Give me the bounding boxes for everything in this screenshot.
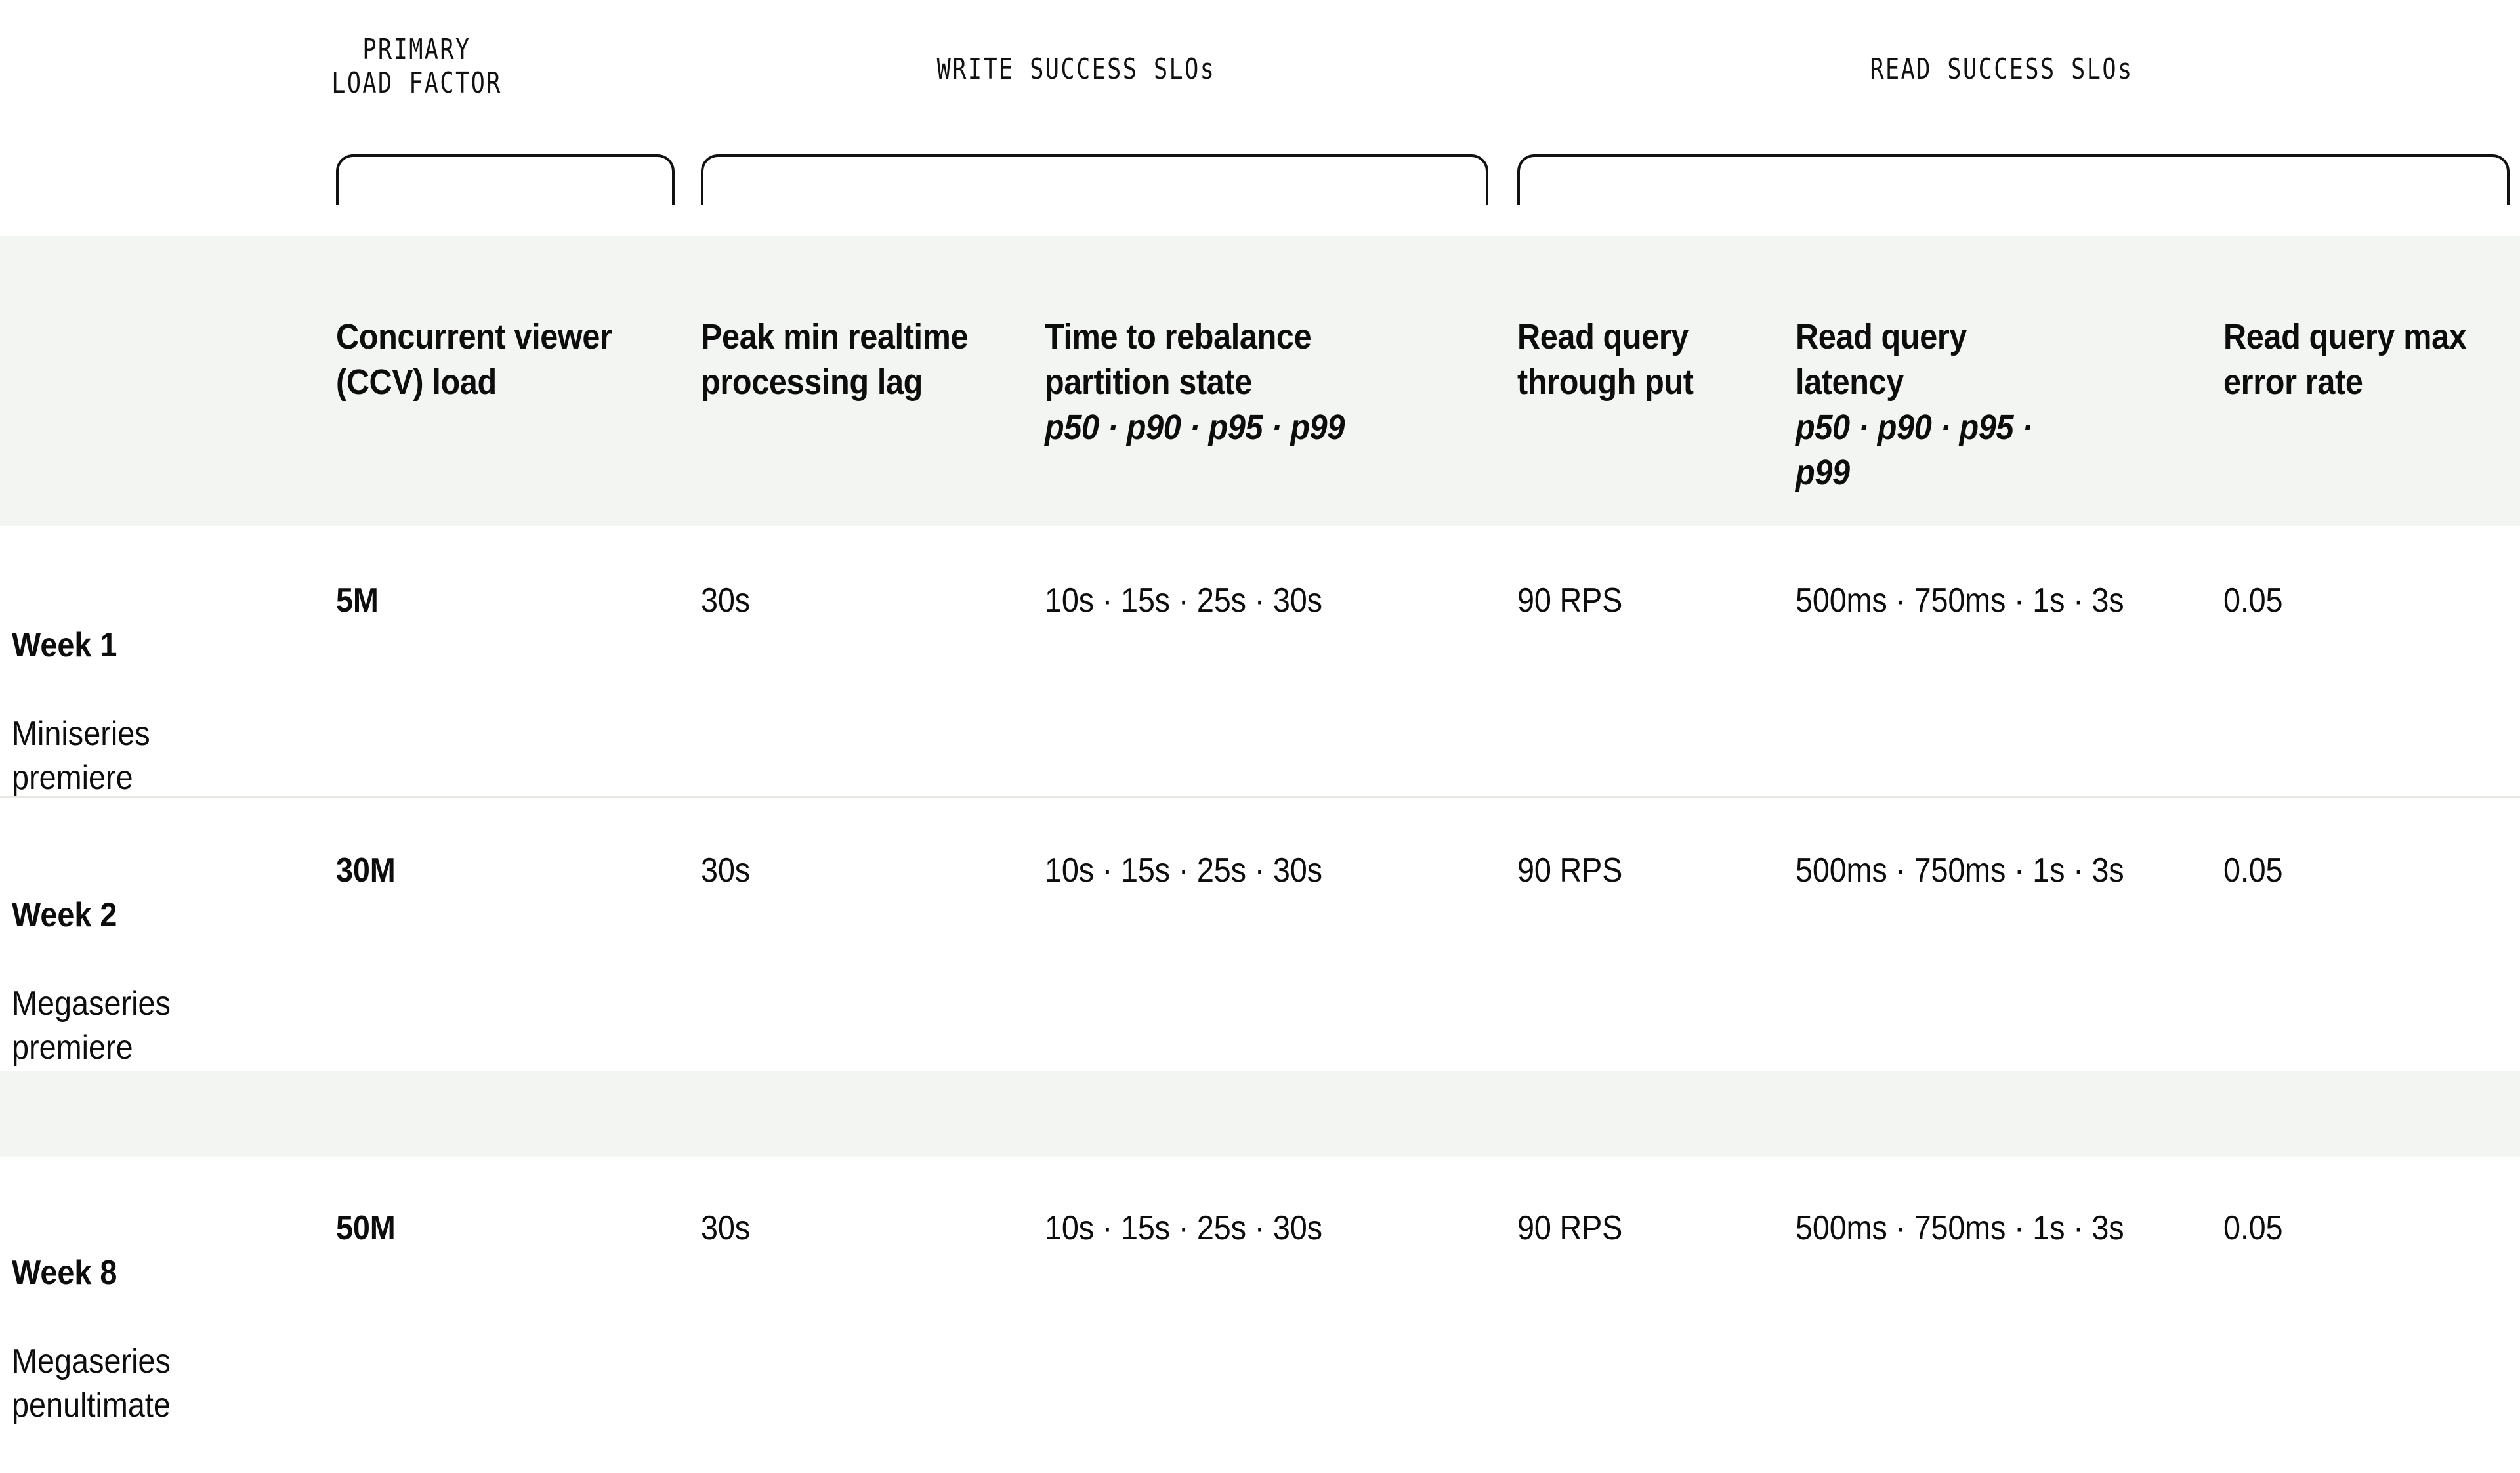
scenario-detail: Miniseries premiere bbox=[12, 714, 150, 798]
cell-read-throughput: 90 RPS bbox=[1517, 582, 1623, 620]
column-header-rebalance-time-percentiles: p50 · p90 · p95 · p99 bbox=[1045, 408, 1345, 448]
column-header-rebalance-time: Time to rebalance partition state p50 · … bbox=[1045, 269, 1411, 496]
cell-read-throughput: 90 RPS bbox=[1517, 851, 1623, 889]
column-header-read-latency-percentiles: p50 · p90 · p95 · p99 bbox=[1796, 408, 2033, 493]
cell-rebalance-time: 10s · 15s · 25s · 30s bbox=[1045, 582, 1322, 620]
cell-peak-lag: 30s bbox=[701, 1209, 750, 1247]
column-header-read-throughput-label: Read query through put bbox=[1517, 317, 1694, 402]
cell-ccv-load: 50M bbox=[336, 1209, 396, 1247]
cell-read-error-rate: 0.05 bbox=[2223, 582, 2283, 620]
group-bracket-read-success-slos bbox=[1517, 154, 2510, 205]
cell-ccv-load: 5M bbox=[336, 582, 379, 620]
column-header-peak-lag-label: Peak min realtime processing lag bbox=[701, 317, 969, 402]
column-header-ccv-load-label: Concurrent viewer (CCV) load bbox=[336, 317, 612, 402]
slo-table-page: PRIMARY LOAD FACTOR WRITE SUCCESS SLOs R… bbox=[0, 0, 2520, 1426]
cell-ccv-load: 30M bbox=[336, 851, 396, 889]
column-header-read-throughput: Read query through put bbox=[1517, 269, 1712, 405]
cell-read-error-rate: 0.05 bbox=[2223, 1209, 2283, 1247]
group-label-primary-load-factor: PRIMARY LOAD FACTOR bbox=[331, 33, 502, 100]
column-header-peak-lag: Peak min realtime processing lag bbox=[701, 269, 973, 405]
scenario-detail: Megaseries penultimate bbox=[12, 1342, 171, 1425]
column-header-ccv-load: Concurrent viewer (CCV) load bbox=[336, 269, 620, 405]
column-header-rebalance-time-label: Time to rebalance partition state bbox=[1045, 317, 1312, 402]
column-header-read-latency-label: Read query latency bbox=[1796, 317, 1967, 402]
table-row-scenario-label: Week 1 Miniseries premiere bbox=[12, 579, 266, 845]
group-bracket-primary-load-factor bbox=[336, 154, 675, 205]
cell-read-latency: 500ms · 750ms · 1s · 3s bbox=[1796, 1209, 2124, 1247]
cell-read-latency: 500ms · 750ms · 1s · 3s bbox=[1796, 851, 2124, 889]
group-label-read-success-slos: READ SUCCESS SLOs bbox=[1870, 53, 2133, 86]
column-header-read-error-rate: Read query max error rate bbox=[2223, 269, 2471, 405]
column-header-read-latency: Read query latency p50 · p90 · p95 · p99 bbox=[1796, 269, 2079, 542]
cell-peak-lag: 30s bbox=[701, 851, 750, 889]
cell-read-error-rate: 0.05 bbox=[2223, 851, 2283, 889]
group-label-write-success-slos: WRITE SUCCESS SLOs bbox=[936, 53, 1216, 86]
table-row-skipped bbox=[0, 1071, 2520, 1157]
group-bracket-write-success-slos bbox=[701, 154, 1488, 205]
cell-read-latency: 500ms · 750ms · 1s · 3s bbox=[1796, 582, 2124, 620]
cell-peak-lag: 30s bbox=[701, 582, 750, 620]
cell-rebalance-time: 10s · 15s · 25s · 30s bbox=[1045, 851, 1322, 889]
column-header-read-error-rate-label: Read query max error rate bbox=[2223, 317, 2467, 402]
scenario-week: Week 1 bbox=[12, 626, 117, 664]
scenario-week: Week 8 bbox=[12, 1253, 117, 1292]
table-row-scenario-label: Week 8 Megaseries penultimate bbox=[12, 1206, 266, 1473]
scenario-detail: Megaseries premiere bbox=[12, 984, 171, 1067]
cell-rebalance-time: 10s · 15s · 25s · 30s bbox=[1045, 1209, 1322, 1247]
cell-read-throughput: 90 RPS bbox=[1517, 1209, 1623, 1247]
scenario-week: Week 2 bbox=[12, 895, 117, 934]
row-divider bbox=[0, 796, 2520, 798]
